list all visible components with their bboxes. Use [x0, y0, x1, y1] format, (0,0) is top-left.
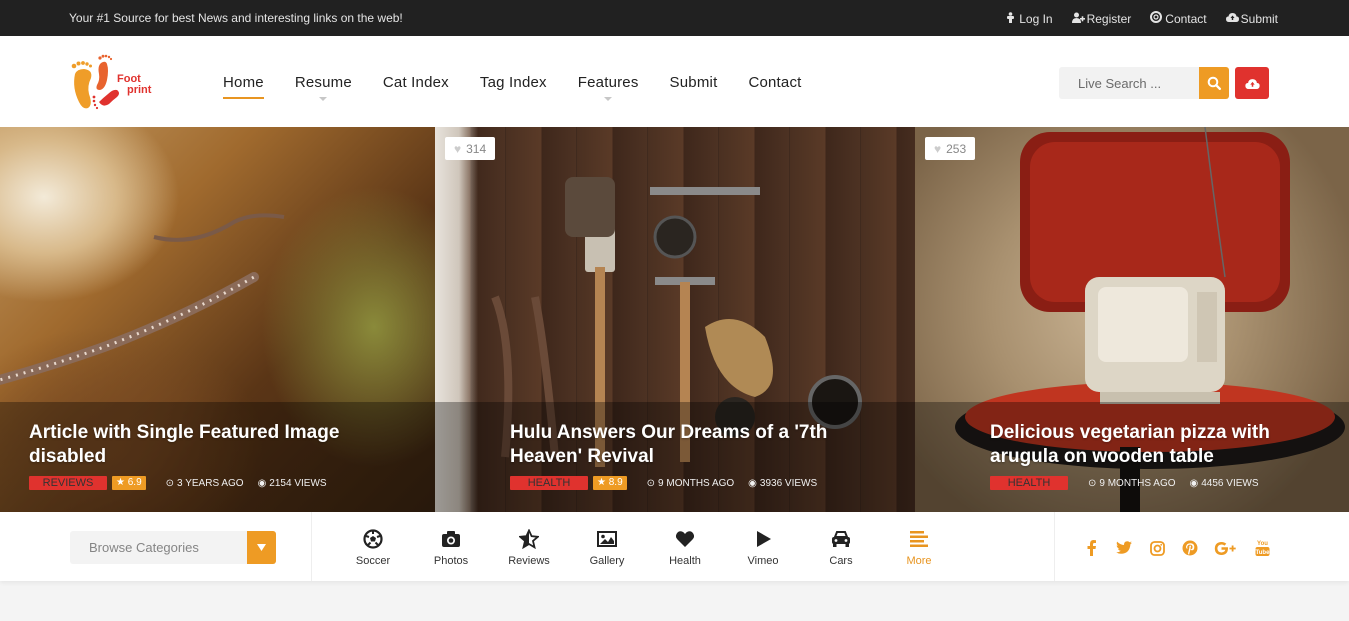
youtube-icon[interactable]: You Tube: [1253, 539, 1271, 557]
eye-icon: ◉: [257, 477, 267, 489]
user-icon: [1004, 11, 1016, 26]
category-list: Soccer Photos Reviews Gallery Health Vim…: [334, 529, 958, 567]
header: Foot print Home Resume Cat Index Tag Ind…: [0, 36, 1349, 127]
slide-title[interactable]: Delicious vegetarian pizza with arugula …: [990, 421, 1290, 469]
svg-text:Tube: Tube: [1255, 550, 1269, 556]
nav-submit[interactable]: Submit: [670, 74, 718, 91]
cloud-upload-icon: [1225, 12, 1239, 25]
rating-badge: ★ 6.9: [112, 476, 146, 490]
svg-text:print: print: [127, 84, 152, 96]
nav-home[interactable]: Home: [223, 74, 264, 99]
search-button[interactable]: [1199, 67, 1229, 99]
nav-contact[interactable]: Contact: [748, 74, 801, 91]
browse-categories-select[interactable]: Browse Categories: [70, 531, 276, 564]
slide-title[interactable]: Article with Single Featured Image disab…: [29, 421, 359, 469]
post-time: ⊙ 3 YEARS AGO: [165, 477, 244, 489]
view-count: ◉ 4456 VIEWS: [1189, 477, 1259, 489]
caret-down-icon: [247, 531, 276, 564]
search-icon: [1207, 76, 1221, 90]
slide-meta: HEALTH ★ 8.9 ⊙ 9 MONTHS AGO ◉ 3936 VIEWS: [510, 476, 817, 490]
google-plus-icon[interactable]: [1214, 539, 1238, 557]
play-icon: [757, 531, 771, 547]
live-search-input[interactable]: [1059, 67, 1199, 99]
nav-cat-index[interactable]: Cat Index: [383, 74, 449, 91]
nav-tag-index[interactable]: Tag Index: [480, 74, 547, 91]
slide[interactable]: ♥ 253 Delicious vegetarian pizza with ar…: [915, 127, 1349, 512]
dropdown-caret-icon: [319, 97, 328, 101]
pinterest-icon[interactable]: [1181, 539, 1199, 557]
slide-meta: HEALTH ⊙ 9 MONTHS AGO ◉ 4456 VIEWS: [990, 476, 1259, 490]
clock-icon: ⊙: [646, 477, 656, 489]
life-ring-icon: [1150, 11, 1163, 26]
dropdown-caret-icon: [604, 97, 613, 101]
slide-meta: REVIEWS ★ 6.9 ⊙ 3 YEARS AGO ◉ 2154 VIEWS: [29, 476, 327, 490]
login-link[interactable]: Log In: [1004, 11, 1053, 26]
like-count[interactable]: ♥ 314: [445, 137, 496, 160]
category-badge[interactable]: HEALTH: [990, 476, 1068, 490]
bars-icon: [910, 531, 928, 547]
category-photos[interactable]: Photos: [412, 529, 490, 567]
like-count[interactable]: ♥ 253: [925, 137, 976, 160]
featured-slider: 16 Article with Single Featured Image di…: [0, 127, 1349, 512]
eye-icon: ◉: [748, 477, 757, 489]
nav-resume[interactable]: Resume: [295, 74, 352, 101]
category-vimeo[interactable]: Vimeo: [724, 529, 802, 567]
search-bar: [1059, 67, 1269, 99]
facebook-icon[interactable]: [1082, 539, 1100, 557]
cloud-upload-icon: [1244, 78, 1260, 89]
upload-button[interactable]: [1235, 67, 1269, 99]
instagram-icon[interactable]: [1148, 539, 1166, 557]
nav-features[interactable]: Features: [578, 74, 639, 101]
camera-icon: [442, 531, 460, 547]
image-icon: [597, 531, 617, 547]
category-more[interactable]: More: [880, 529, 958, 567]
view-count: ◉ 3936 VIEWS: [748, 477, 818, 489]
heart-icon: ♥: [934, 141, 942, 156]
slide-title[interactable]: Hulu Answers Our Dreams of a '7th Heaven…: [510, 421, 840, 469]
slide[interactable]: 16 Article with Single Featured Image di…: [0, 127, 435, 512]
register-link[interactable]: Register: [1071, 11, 1131, 26]
tagline: Your #1 Source for best News and interes…: [69, 11, 403, 25]
heart-icon: ♥: [454, 141, 462, 156]
category-health[interactable]: Health: [646, 529, 724, 567]
soccer-ball-icon: [363, 529, 383, 549]
twitter-icon[interactable]: [1115, 539, 1133, 557]
rating-badge: ★ 8.9: [593, 476, 627, 490]
category-cars[interactable]: Cars: [802, 529, 880, 567]
star-half-icon: [519, 529, 539, 549]
category-badge[interactable]: HEALTH: [510, 476, 588, 490]
svg-text:You: You: [1257, 541, 1268, 547]
view-count: ◉ 2154 VIEWS: [257, 477, 327, 489]
eye-icon: ◉: [1189, 477, 1199, 489]
social-links: You Tube: [1082, 539, 1271, 557]
clock-icon: ⊙: [165, 477, 175, 489]
post-time: ⊙ 9 MONTHS AGO: [1088, 477, 1176, 489]
category-reviews[interactable]: Reviews: [490, 529, 568, 567]
contact-link[interactable]: Contact: [1150, 11, 1207, 26]
main-nav: Home Resume Cat Index Tag Index Features…: [223, 74, 833, 101]
car-icon: [832, 531, 850, 547]
logo[interactable]: Foot print: [69, 52, 159, 114]
slide[interactable]: ♥ 314 Hulu Answers Our Dreams of a '7th …: [435, 127, 915, 512]
top-links: Log In Register Contact Submit: [1004, 11, 1278, 26]
top-bar: Your #1 Source for best News and interes…: [0, 0, 1349, 36]
heart-icon: [675, 531, 695, 547]
submit-link[interactable]: Submit: [1225, 11, 1278, 26]
post-time: ⊙ 9 MONTHS AGO: [646, 477, 735, 489]
category-bar: Browse Categories Soccer Photos Reviews …: [0, 512, 1349, 581]
category-soccer[interactable]: Soccer: [334, 529, 412, 567]
user-plus-icon: [1071, 12, 1085, 26]
category-badge[interactable]: REVIEWS: [29, 476, 107, 490]
clock-icon: ⊙: [1088, 477, 1097, 489]
category-gallery[interactable]: Gallery: [568, 529, 646, 567]
